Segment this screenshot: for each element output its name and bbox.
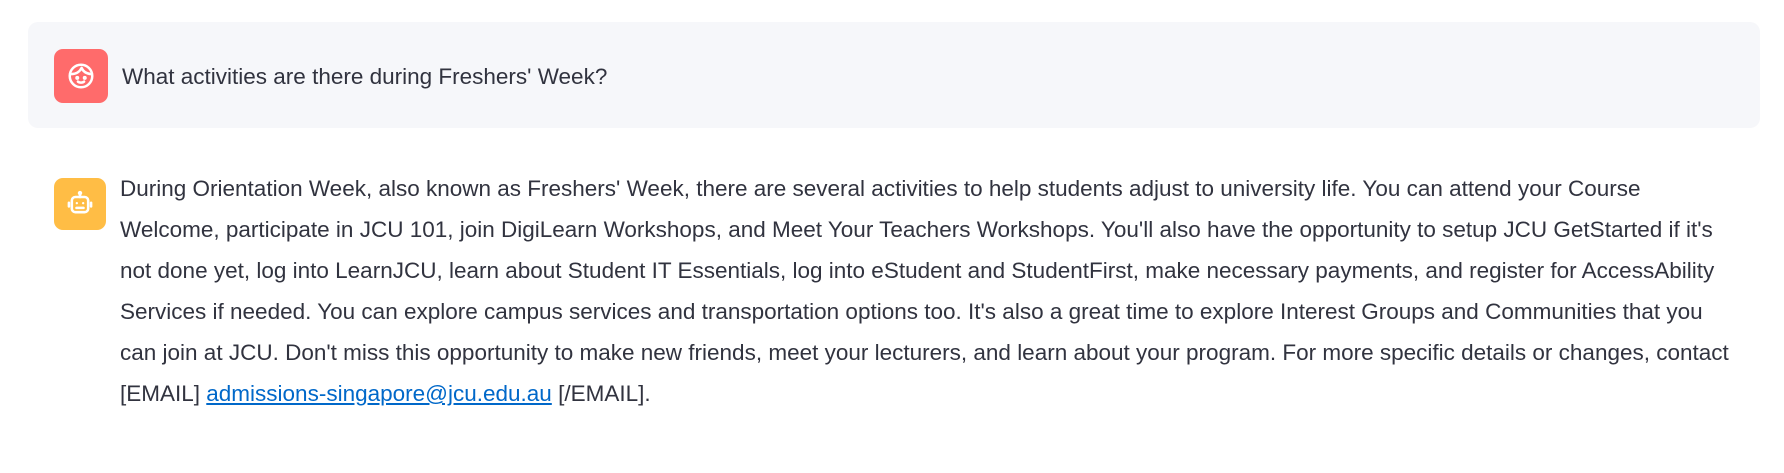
assistant-text-tail: [/EMAIL]. (551, 381, 651, 406)
assistant-text-body: During Orientation Week, also known as F… (120, 176, 1729, 406)
robot-icon (67, 190, 93, 214)
user-message-text: What activities are there during Fresher… (122, 64, 608, 89)
chat-container: What activities are there during Fresher… (0, 0, 1784, 473)
user-face-icon (68, 63, 94, 89)
user-avatar (54, 49, 108, 103)
user-message: What activities are there during Fresher… (28, 22, 1760, 128)
assistant-message: During Orientation Week, also known as F… (28, 168, 1760, 414)
email-link[interactable]: admissions-singapore@jcu.edu.au (206, 381, 552, 406)
assistant-message-text: During Orientation Week, also known as F… (120, 168, 1745, 414)
assistant-avatar (54, 178, 106, 230)
